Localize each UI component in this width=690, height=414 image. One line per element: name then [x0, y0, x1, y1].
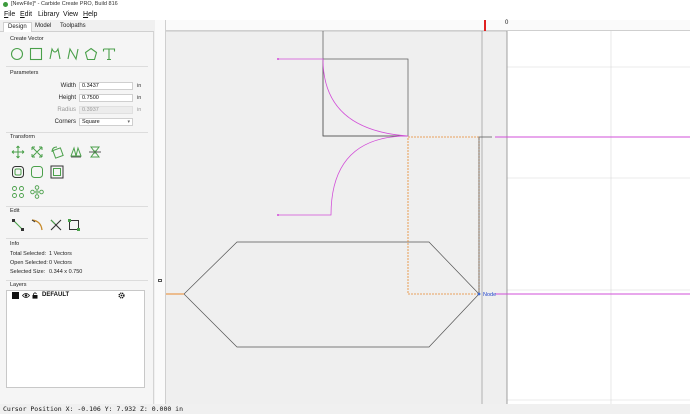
app-window: [NewFile]* - Carbide Create PRO, Build 8…: [0, 0, 690, 414]
layer-row[interactable]: DEFAULT: [7, 291, 144, 300]
align-icon[interactable]: [50, 165, 64, 179]
trim-icon[interactable]: [49, 218, 63, 232]
scale-icon[interactable]: [30, 145, 44, 159]
circular-array-icon[interactable]: [30, 185, 44, 199]
curve-tool-icon[interactable]: [48, 47, 62, 61]
radius-input: 0.3937: [79, 106, 133, 114]
design-sidebar: Design Model Toolpaths Create Vector Par…: [0, 20, 154, 404]
width-unit: in: [137, 83, 142, 89]
menu-edit[interactable]: Edit: [20, 10, 32, 19]
total-selected-label: Total Selected:: [10, 251, 47, 257]
arc-endpoint: [277, 58, 279, 60]
offset-icon[interactable]: [11, 165, 25, 179]
rectangle-tool-icon[interactable]: [29, 47, 43, 61]
sidebar-tabs: Design Model Toolpaths: [0, 20, 154, 32]
corners-label: Corners: [54, 119, 76, 125]
width-input[interactable]: 0.3437: [79, 82, 133, 90]
height-label: Height: [58, 95, 76, 101]
chevron-down-icon: ▾: [127, 119, 130, 125]
radius-label: Radius: [57, 107, 76, 113]
layers-panel: DEFAULT: [6, 290, 145, 388]
width-label: Width: [60, 83, 76, 89]
polygon-tool-icon[interactable]: [84, 47, 98, 61]
divider: [6, 66, 148, 67]
corners-select-value: Square: [82, 119, 100, 125]
flip-icon[interactable]: [88, 145, 102, 159]
selected-size-value: 0.344 x 0.750: [49, 269, 83, 275]
menu-library[interactable]: Library: [38, 10, 59, 19]
tab-model[interactable]: Model: [35, 22, 51, 31]
window-title: [NewFile]* - Carbide Create PRO, Build 8…: [11, 1, 118, 7]
node-edit-icon[interactable]: [11, 218, 25, 232]
mirror-icon[interactable]: [69, 145, 83, 159]
corners-select[interactable]: Square ▾: [79, 118, 133, 126]
array-icon[interactable]: [11, 185, 25, 199]
eye-icon[interactable]: [21, 292, 31, 299]
title-bar: [NewFile]* - Carbide Create PRO, Build 8…: [0, 0, 690, 9]
open-selected-value: 0 Vectors: [49, 260, 72, 266]
divider: [6, 206, 148, 207]
design-canvas[interactable]: 0 Node: [155, 20, 690, 404]
curve-edit-icon[interactable]: [30, 218, 44, 232]
radius-unit: in: [137, 107, 142, 113]
canvas-drawing[interactable]: [155, 20, 690, 404]
tab-design[interactable]: Design: [3, 22, 32, 32]
fillet-icon[interactable]: [30, 165, 44, 179]
ruler-marker-left: [158, 279, 162, 282]
arc-endpoint: [277, 214, 279, 216]
status-bar: Cursor Position X: -0.106 Y: 7.932 Z: 0.…: [0, 404, 690, 414]
layer-color-swatch[interactable]: [12, 292, 19, 299]
node-label: Node: [483, 292, 497, 298]
ruler-origin-label: 0: [505, 20, 509, 26]
gear-icon[interactable]: [117, 291, 126, 300]
height-input[interactable]: 0.7500: [79, 94, 133, 102]
section-edit: Edit: [10, 208, 20, 214]
menu-help[interactable]: Help: [83, 10, 97, 19]
carbide-logo-icon: [3, 2, 8, 7]
section-parameters: Parameters: [10, 70, 39, 76]
divider: [6, 238, 148, 239]
join-icon[interactable]: [67, 218, 81, 232]
node-handle: [477, 292, 481, 296]
open-selected-label: Open Selected:: [10, 260, 48, 266]
rotate-icon[interactable]: [50, 145, 64, 159]
section-transform: Transform: [10, 134, 35, 140]
divider: [6, 132, 148, 133]
polyline-tool-icon[interactable]: [66, 47, 80, 61]
section-info: Info: [10, 241, 20, 247]
menu-view[interactable]: View: [63, 10, 78, 19]
total-selected-value: 1 Vectors: [49, 251, 72, 257]
ruler-marker: [484, 20, 486, 31]
tab-toolpaths[interactable]: Toolpaths: [60, 22, 86, 31]
menu-file[interactable]: File: [4, 10, 15, 19]
text-tool-icon[interactable]: [102, 47, 116, 61]
stock-area: [166, 31, 507, 404]
cursor-position: Cursor Position X: -0.106 Y: 7.932 Z: 0.…: [3, 405, 184, 413]
layer-name: DEFAULT: [42, 292, 70, 298]
move-icon[interactable]: [11, 145, 25, 159]
height-unit: in: [137, 95, 142, 101]
section-create-vector: Create Vector: [10, 36, 44, 42]
circle-tool-icon[interactable]: [10, 47, 24, 61]
divider: [6, 280, 148, 281]
lock-icon[interactable]: [32, 292, 38, 299]
ruler-top: 0: [155, 20, 690, 31]
ruler-left: [155, 20, 166, 404]
menu-bar: File Edit Library View Help: [0, 9, 690, 20]
selected-size-label: Selected Size:: [10, 269, 46, 275]
section-layers: Layers: [10, 282, 27, 288]
